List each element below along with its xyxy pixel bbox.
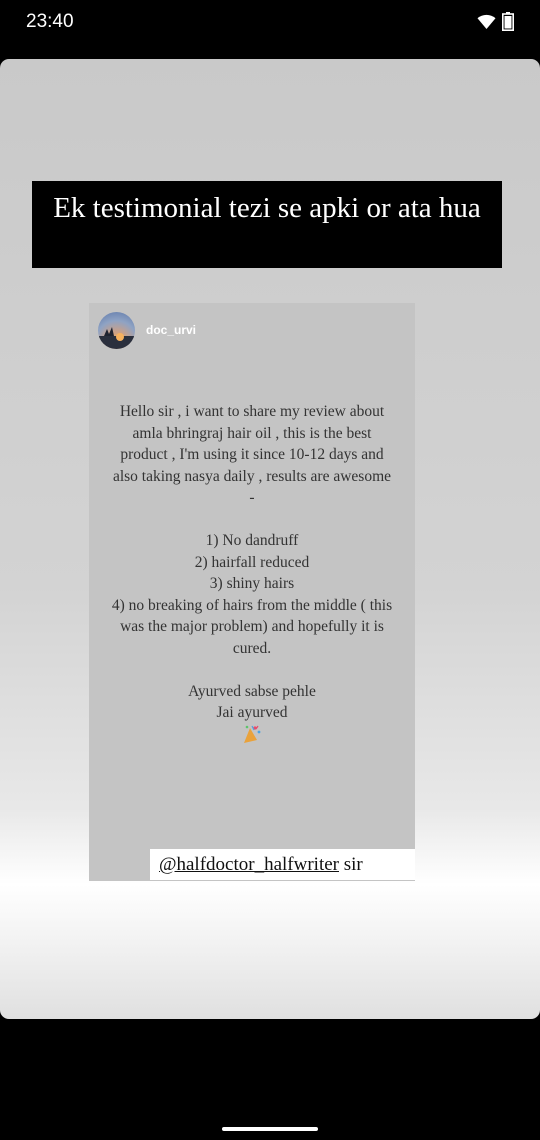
story-card[interactable]: Ek testimonial tezi se apki or ata hua d… xyxy=(0,59,540,1019)
status-time: 23:40 xyxy=(26,11,74,32)
shared-post[interactable]: doc_urvi Hello sir , i want to share my … xyxy=(89,303,415,881)
mention-sticker[interactable]: @halfdoctor_halfwriter sir xyxy=(150,849,415,880)
closing-line: Jai ayurved xyxy=(216,704,288,721)
wifi-icon xyxy=(477,14,496,35)
battery-icon xyxy=(502,12,514,36)
list-item: 4) no breaking of hairs from the middle … xyxy=(111,596,393,657)
mention-suffix: sir xyxy=(343,854,363,875)
status-icons xyxy=(477,12,514,36)
party-popper-icon xyxy=(241,724,263,744)
story-headline: Ek testimonial tezi se apki or ata hua xyxy=(32,181,502,268)
list-item: 3) shiny hairs xyxy=(209,575,295,592)
post-text: Hello sir , i want to share my review ab… xyxy=(109,401,395,750)
avatar[interactable] xyxy=(98,312,135,349)
list-item: 2) hairfall reduced xyxy=(194,553,310,571)
status-bar: 23:40 xyxy=(0,0,540,44)
post-username[interactable]: doc_urvi xyxy=(146,323,196,337)
mention-handle[interactable]: @halfdoctor_halfwriter xyxy=(159,854,339,875)
home-indicator[interactable] xyxy=(222,1127,318,1131)
list-item: 1) No dandruff xyxy=(205,532,299,549)
post-paragraph: Hello sir , i want to share my review ab… xyxy=(112,403,392,506)
closing-line: Ayurved sabse pehle xyxy=(188,682,316,700)
